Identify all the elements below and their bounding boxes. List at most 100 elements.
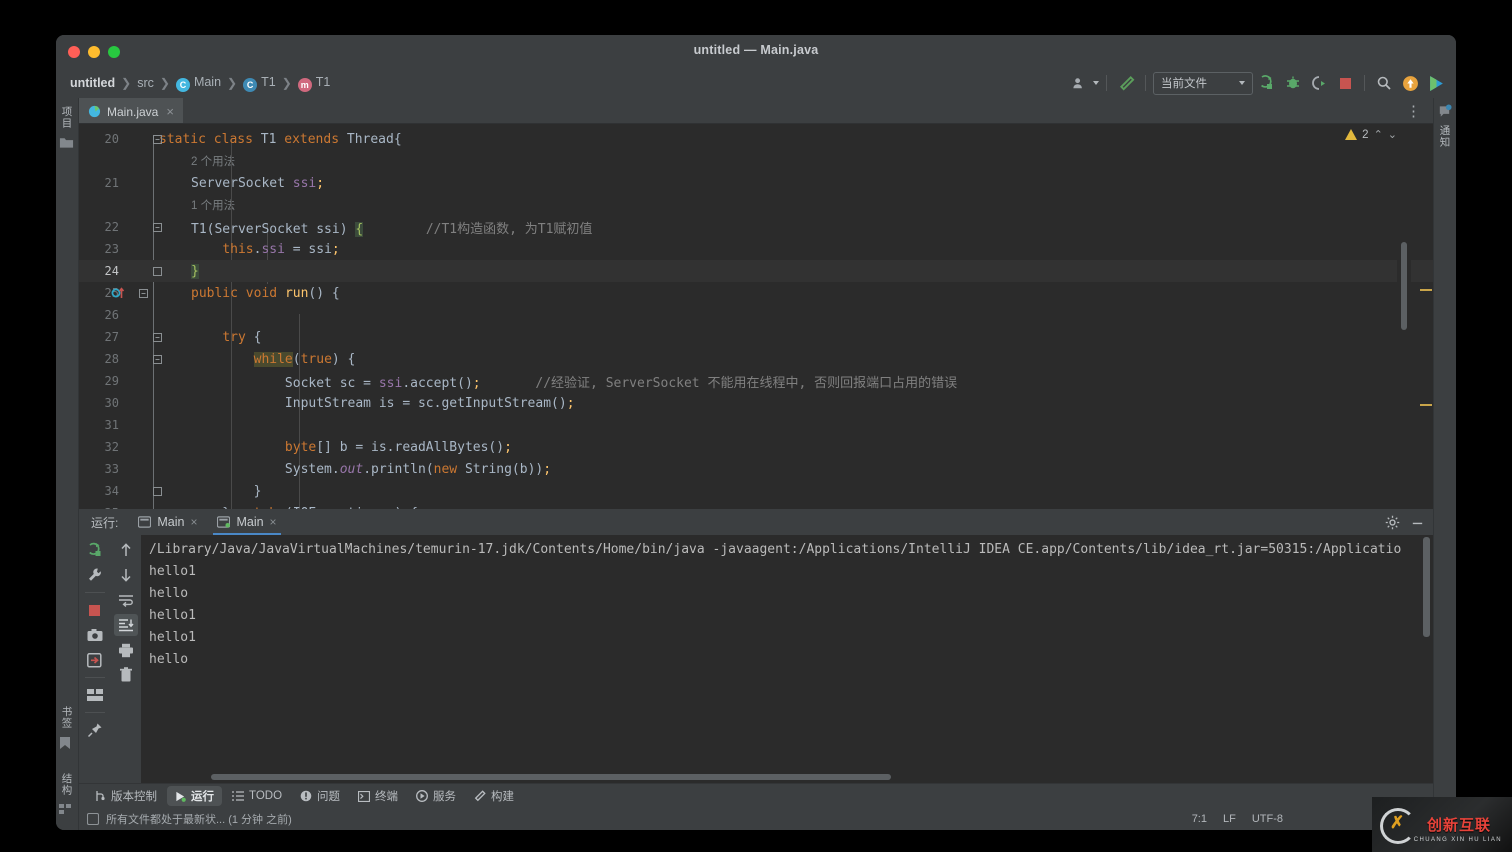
updates-icon[interactable]	[1398, 72, 1422, 94]
search-icon[interactable]	[1372, 72, 1396, 94]
console-output[interactable]: /Library/Java/JavaVirtualMachines/temuri…	[141, 535, 1433, 783]
print-icon[interactable]	[114, 639, 138, 661]
trash-icon[interactable]	[114, 664, 138, 686]
breadcrumb-item-project[interactable]: untitled	[70, 76, 115, 90]
run-with-coverage-icon[interactable]	[1307, 72, 1331, 94]
code-line[interactable]: 22 T1(ServerSocket ssi) { //T1构造函数, 为T1赋…	[79, 216, 1433, 238]
stop-icon[interactable]	[1333, 72, 1357, 94]
breadcrumb-item-src[interactable]: src	[137, 76, 154, 90]
sidebar-item-notifications[interactable]: 通知	[1438, 121, 1453, 152]
bookmark-icon[interactable]	[59, 736, 75, 750]
breadcrumb-item-main[interactable]: CMain	[176, 75, 221, 92]
console-hscrollbar[interactable]	[211, 774, 1419, 780]
editor-scrollbar[interactable]	[1397, 124, 1411, 509]
editor-marker-warning[interactable]	[1420, 289, 1432, 291]
line-separator[interactable]: LF	[1223, 813, 1236, 825]
run-tab-main-1[interactable]: Main ×	[130, 509, 205, 535]
code-line[interactable]: 29 Socket sc = ssi.accept(); //经验证, Serv…	[79, 370, 1433, 392]
caret-position[interactable]: 7:1	[1192, 813, 1207, 825]
run-tab-main-2[interactable]: Main ×	[209, 509, 284, 535]
build-hammer-icon[interactable]	[1114, 72, 1138, 94]
soft-wrap-icon[interactable]	[114, 589, 138, 611]
sidebar-item-bookmarks[interactable]: 书签	[60, 702, 75, 733]
close-icon[interactable]: ×	[270, 515, 277, 529]
console-scrollbar-thumb[interactable]	[1423, 537, 1430, 637]
run-configuration-selector[interactable]: 当前文件	[1153, 72, 1253, 95]
sidebar-item-structure[interactable]: 结构	[60, 769, 75, 800]
chevron-down-icon	[1239, 81, 1245, 85]
tool-window-todo[interactable]: TODO	[224, 788, 290, 804]
code-editor[interactable]: 2 ⌃ ⌄ 20 static cl	[79, 124, 1433, 509]
usage-hint[interactable]: 2 个用法	[79, 150, 1433, 172]
code-line[interactable]: 35 } catch (IOException e) {	[79, 502, 1433, 509]
console-hscrollbar-thumb[interactable]	[211, 774, 891, 780]
code-line[interactable]: 34 }	[79, 480, 1433, 502]
run-tab-label: Main	[157, 515, 184, 529]
file-encoding[interactable]: UTF-8	[1252, 813, 1283, 825]
code-line[interactable]: 27 try {	[79, 326, 1433, 348]
notifications-icon[interactable]	[1437, 104, 1453, 118]
settings-gear-icon[interactable]	[1385, 515, 1400, 530]
build-hammer-icon	[474, 790, 486, 802]
structure-icon[interactable]	[59, 803, 75, 817]
gutter-override-marker[interactable]	[127, 286, 159, 300]
console-scrollbar[interactable]	[1420, 535, 1433, 783]
debug-icon[interactable]	[1281, 72, 1305, 94]
breadcrumb-item-t1-class[interactable]: CT1	[243, 75, 276, 92]
code-line[interactable]: 26	[79, 304, 1433, 326]
editor-marker-warning[interactable]	[1420, 404, 1432, 406]
export-icon[interactable]	[83, 649, 107, 671]
usage-hint[interactable]: 1 个用法	[79, 194, 1433, 216]
close-icon[interactable]: ×	[190, 515, 197, 529]
minimize-icon[interactable]	[1410, 515, 1425, 530]
tool-window-terminal[interactable]: 终端	[350, 786, 406, 806]
tool-window-label: 运行	[191, 788, 214, 804]
pin-icon[interactable]	[83, 719, 107, 741]
editor-scrollbar-thumb[interactable]	[1401, 242, 1407, 330]
run-icon[interactable]	[1255, 72, 1279, 94]
scroll-to-end-icon[interactable]	[114, 614, 138, 636]
stop-icon[interactable]	[83, 599, 107, 621]
tool-window-build[interactable]: 构建	[466, 786, 522, 806]
folder-icon[interactable]	[59, 136, 75, 150]
camera-icon[interactable]	[83, 624, 107, 646]
code-line[interactable]: 31	[79, 414, 1433, 436]
code-line[interactable]: 33 System.out.println(new String(b));	[79, 458, 1433, 480]
editor-tab-options-icon[interactable]: ⋮	[1396, 98, 1433, 123]
arrow-up-icon[interactable]	[114, 539, 138, 561]
tool-window-problems[interactable]: 问题	[292, 786, 348, 806]
close-icon[interactable]: ×	[166, 104, 174, 119]
layout-icon[interactable]	[83, 684, 107, 706]
line-number: 31	[79, 418, 127, 432]
code-line[interactable]: 30 InputStream is = sc.getInputStream();	[79, 392, 1433, 414]
code-line[interactable]: 23 this.ssi = ssi;	[79, 238, 1433, 260]
code-text-line-25: public void run() {	[159, 286, 340, 301]
gutter-fold[interactable]	[127, 124, 159, 174]
arrow-down-icon[interactable]	[114, 564, 138, 586]
run-anything-icon[interactable]	[1424, 72, 1448, 94]
tool-window-vcs[interactable]: 版本控制	[87, 786, 165, 806]
code-line[interactable]: 20 static class T1 extends Thread{	[79, 128, 1433, 150]
console-icon	[138, 516, 151, 528]
editor-tab-main-java[interactable]: Main.java ×	[79, 98, 183, 123]
status-message: 所有文件都处于最新状... (1 分钟 之前)	[106, 811, 292, 827]
tool-window-label: TODO	[249, 790, 282, 802]
rerun-icon[interactable]	[83, 539, 107, 561]
gutter-fold[interactable]	[127, 479, 159, 510]
wrench-settings-icon[interactable]	[83, 564, 107, 586]
code-lines: 20 static class T1 extends Thread{ 2 个用法…	[79, 124, 1433, 509]
breadcrumb[interactable]: untitled ❯ src ❯ CMain ❯ CT1 ❯ mT1	[70, 75, 330, 92]
code-line[interactable]: 28 while(true) {	[79, 348, 1433, 370]
status-message-area[interactable]: 所有文件都处于最新状... (1 分钟 之前)	[87, 811, 292, 827]
sidebar-item-project[interactable]: 项目	[60, 102, 75, 133]
divider	[85, 677, 105, 678]
tool-window-run[interactable]: 运行	[167, 786, 222, 806]
chevron-down-icon[interactable]	[1093, 81, 1099, 85]
code-line[interactable]: 21 ServerSocket ssi;	[79, 172, 1433, 194]
account-icon[interactable]	[1067, 72, 1091, 94]
code-line[interactable]: 25 public void run() {	[79, 282, 1433, 304]
breadcrumb-item-t1-method[interactable]: mT1	[298, 75, 331, 92]
tool-window-services[interactable]: 服务	[408, 786, 464, 806]
code-line[interactable]: 32 byte[] b = is.readAllBytes();	[79, 436, 1433, 458]
code-line-current[interactable]: 24 }	[79, 260, 1433, 282]
